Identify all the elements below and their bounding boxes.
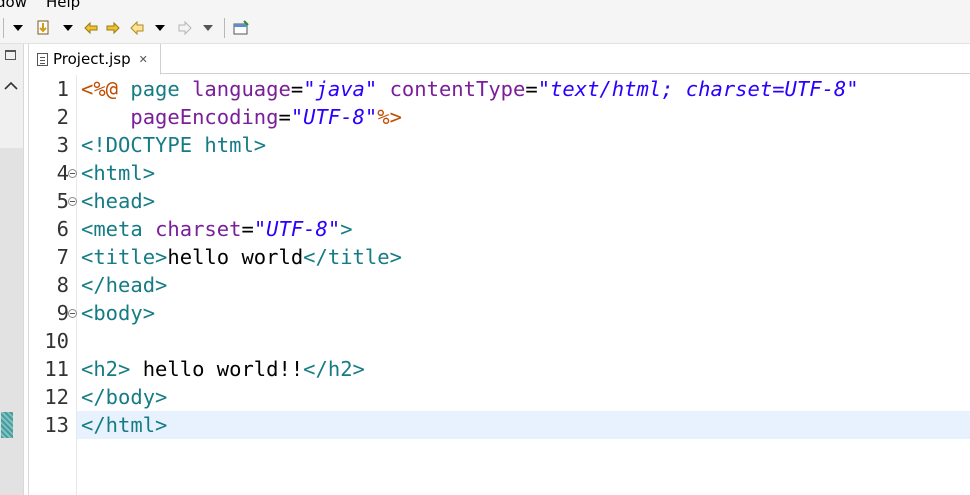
line-number: 3	[56, 133, 69, 157]
code-token: hello world	[167, 245, 304, 269]
code-line[interactable]: </body>	[77, 383, 970, 411]
line-number: 5	[56, 189, 69, 213]
editor-pane: Project.jsp ✕ 1 2 3 4 5 6 7 8 9 10 11 12 13 <%@ page…	[1, 44, 970, 495]
code-token: <html>	[81, 161, 156, 185]
line-number: 2	[56, 105, 69, 129]
dropdown-arrow-icon[interactable]	[154, 18, 166, 38]
code-token: </h2>	[303, 357, 365, 381]
code-line[interactable]: <head>	[77, 187, 970, 215]
tab-project-jsp[interactable]: Project.jsp ✕	[29, 44, 161, 75]
line-number: 7	[56, 245, 69, 269]
code-line[interactable]: </head>	[77, 271, 970, 299]
code-token: page	[130, 77, 180, 101]
code-token: pageEncoding	[130, 105, 279, 129]
code-token: </title>	[303, 245, 402, 269]
line-number: 1	[56, 77, 69, 101]
code-token: =	[525, 77, 538, 101]
code-token: =	[241, 217, 254, 241]
fold-toggle-icon[interactable]	[68, 309, 77, 318]
code-line[interactable]: <title>hello world</title>	[77, 243, 970, 271]
code-line[interactable]: <!DOCTYPE html>	[77, 131, 970, 159]
line-number: 6	[56, 217, 69, 241]
toolbar-separator	[224, 18, 225, 38]
line-number: 12	[44, 385, 69, 409]
code-token: </body>	[81, 385, 168, 409]
code-line[interactable]: <h2> hello world!!</h2>	[77, 355, 970, 383]
code-line[interactable]: </html>	[77, 411, 970, 439]
code-token: charset	[155, 217, 242, 241]
code-token: <h2>	[81, 357, 131, 381]
line-number: 9	[56, 301, 69, 325]
code-token: %>	[377, 105, 402, 129]
code-token: =	[290, 77, 304, 101]
fold-toggle-icon[interactable]	[68, 197, 77, 206]
chevron-up-icon[interactable]	[3, 80, 19, 92]
fold-toggle-icon[interactable]	[68, 169, 77, 178]
code-line[interactable]	[77, 327, 970, 355]
menu-window[interactable]: dow	[0, 0, 27, 11]
pin-editor-icon[interactable]	[232, 18, 250, 38]
editor-tab-bar: Project.jsp ✕	[29, 44, 970, 75]
scrollbar-track[interactable]	[0, 148, 23, 495]
code-line[interactable]: pageEncoding="UTF-8"%>	[77, 103, 970, 131]
code-token: hello world!!	[130, 357, 304, 381]
code-token: =	[278, 105, 291, 129]
menu-bar: dow Help	[0, 0, 970, 12]
dropdown-arrow-icon[interactable]	[62, 18, 74, 38]
code-token: <%@	[81, 77, 119, 101]
line-number: 10	[44, 329, 69, 353]
code-line[interactable]: <html>	[77, 159, 970, 187]
last-edit-icon[interactable]	[82, 18, 100, 38]
code-line[interactable]: <%@ page language="java" contentType="te…	[77, 75, 970, 103]
code-token: language	[192, 77, 291, 101]
toolbar-separator	[3, 18, 4, 38]
next-annotation-icon[interactable]	[34, 18, 52, 38]
tab-label: Project.jsp	[53, 50, 131, 68]
toolbar	[0, 12, 970, 44]
code-token: </head>	[81, 273, 168, 297]
line-number: 13	[44, 413, 69, 437]
line-number: 4	[56, 161, 69, 185]
code-token: <body>	[81, 301, 156, 325]
code-line[interactable]: <body>	[77, 299, 970, 327]
dropdown-arrow-icon[interactable]	[12, 18, 24, 38]
code-token: <title>	[81, 245, 168, 269]
code-token: </html>	[81, 413, 168, 437]
menu-help[interactable]: Help	[46, 0, 80, 11]
code-token: "java"	[303, 77, 378, 101]
line-number: 8	[56, 273, 69, 297]
line-number: 11	[44, 357, 69, 381]
code-line[interactable]: <meta charset="UTF-8">	[77, 215, 970, 243]
current-line-marker	[1, 412, 13, 438]
forward-icon[interactable]	[176, 18, 194, 38]
back-icon[interactable]	[128, 18, 146, 38]
code-token: "UTF-8"	[253, 217, 341, 241]
restore-icon[interactable]	[5, 50, 16, 60]
code-area[interactable]: 1 2 3 4 5 6 7 8 9 10 11 12 13 <%@ page language="jav…	[1, 75, 970, 495]
code-token: <meta	[81, 217, 143, 241]
close-icon[interactable]: ✕	[139, 54, 148, 65]
nav-forward-history-icon[interactable]	[104, 18, 122, 38]
code-token: "text/html; charset=UTF-8"	[537, 77, 859, 101]
dropdown-arrow-icon[interactable]	[202, 18, 214, 38]
code-token: <head>	[81, 189, 156, 213]
code-token: "UTF-8"	[290, 105, 378, 129]
line-number-gutter: 1 2 3 4 5 6 7 8 9 10 11 12 13	[1, 75, 77, 495]
jsp-file-icon	[37, 52, 48, 66]
code-text[interactable]: <%@ page language="java" contentType="te…	[77, 75, 970, 495]
code-token: >	[340, 217, 353, 241]
code-token: <!DOCTYPE html>	[81, 133, 267, 157]
code-token: contentType	[389, 77, 526, 101]
